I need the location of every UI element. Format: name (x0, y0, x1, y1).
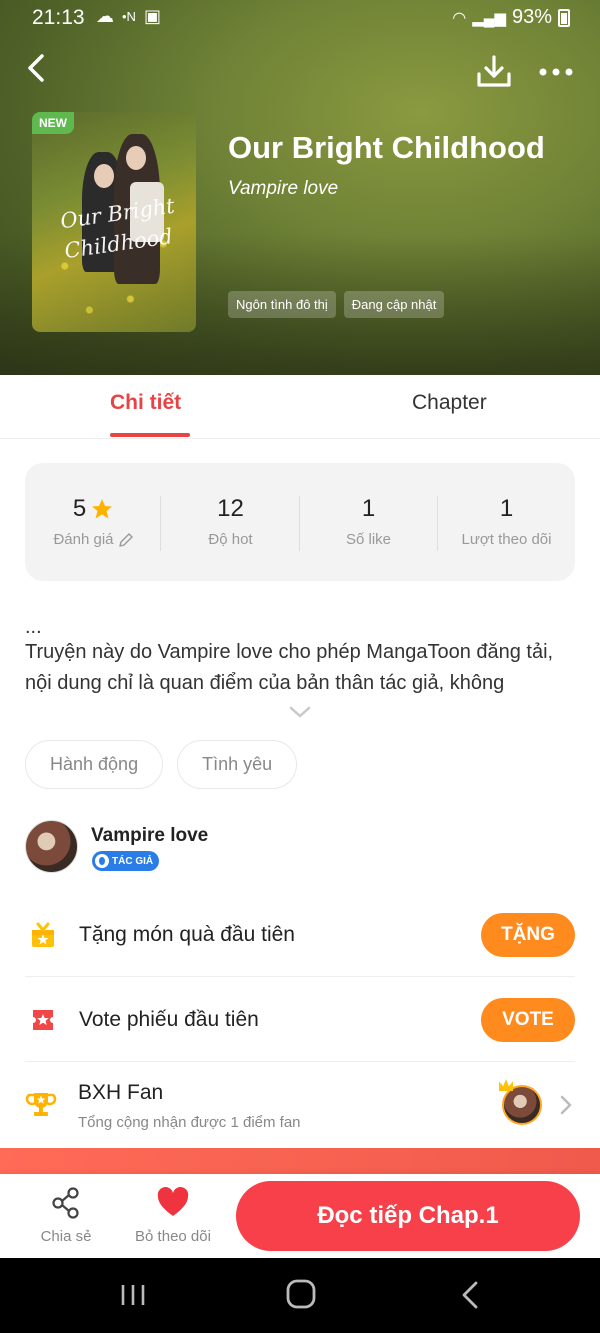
share-label: Chia sẻ (40, 1228, 92, 1245)
author-badge-icon (95, 854, 109, 868)
unfollow-label: Bỏ theo dõi (135, 1228, 211, 1245)
bottom-action-bar: Chia sẻ Bỏ theo dõi Đọc tiếp Chap.1 (0, 1174, 600, 1258)
status-bar: 21:13 ☁ •N ▣ ◠ ▂▄▆ 93% (0, 0, 600, 38)
heart-icon (157, 1187, 189, 1216)
vote-ticket-icon (33, 1010, 53, 1030)
app-notification-icon: ▣ (143, 6, 161, 26)
followers-label: Lượt theo dõi (461, 531, 552, 548)
author-name[interactable]: Vampire love (91, 825, 208, 847)
followers-value: 1 (499, 495, 514, 522)
genre-chip[interactable]: Tình yêu (177, 740, 298, 789)
crown-icon (499, 1079, 513, 1091)
gift-label: Tặng món quà đầu tiên (79, 923, 295, 946)
book-header: 21:13 ☁ •N ▣ ◠ ▂▄▆ 93% NEW Our Bright Ch… (0, 0, 600, 375)
status-time: 21:13 (32, 6, 85, 29)
back-arrow-icon[interactable] (20, 50, 56, 86)
book-cover[interactable]: NEW Our Bright Childhood (32, 112, 196, 332)
stats-panel: 5 Đánh giá 12 Độ hot 1 Số like 1 Lượt th… (25, 463, 575, 581)
author-role-badge: TÁC GIẢ (92, 851, 160, 871)
author-avatar[interactable] (25, 820, 78, 873)
status-right: ◠ ▂▄▆ 93% (452, 6, 570, 29)
download-icon[interactable] (474, 52, 514, 92)
battery-level: 93% (511, 6, 552, 28)
new-badge: NEW (32, 112, 74, 134)
continue-reading-button[interactable]: Đọc tiếp Chap.1 (236, 1181, 580, 1251)
share-icon (52, 1187, 79, 1219)
gift-icon (32, 922, 54, 947)
stat-hot: 12 Độ hot (162, 495, 299, 548)
cloud-icon: ☁ (96, 6, 114, 26)
vote-label: Vote phiếu đầu tiên (79, 1008, 259, 1031)
book-tags: Ngôn tình đô thị Đang cập nhật (228, 291, 445, 318)
top-fan-avatar[interactable] (502, 1085, 542, 1125)
chevron-right-icon[interactable] (559, 1093, 573, 1117)
description-text: Truyện này do Vampire love cho phép Mang… (25, 641, 554, 694)
rating-label: Đánh giá (53, 531, 114, 548)
tab-bar: Chi tiết Chapter (0, 375, 600, 439)
signal-icon: ▂▄▆ (472, 9, 506, 27)
genre-chips: Hành động Tình yêu (25, 740, 298, 789)
share-button[interactable]: Chia sẻ (21, 1186, 111, 1245)
chevron-down-icon[interactable] (288, 704, 312, 720)
fan-ranking-subtitle: Tổng cộng nhận được 1 điểm fan (78, 1114, 301, 1131)
tab-detail[interactable]: Chi tiết (110, 391, 181, 415)
genre-chip[interactable]: Hành động (25, 740, 164, 789)
system-navigation-bar (0, 1258, 600, 1333)
more-options-icon[interactable] (536, 58, 576, 86)
stat-rating[interactable]: 5 Đánh giá (25, 495, 162, 548)
gift-row: Tặng món quà đầu tiên TẶNG (25, 893, 575, 977)
vote-button[interactable]: VOTE (481, 998, 575, 1042)
battery-icon (558, 8, 570, 27)
tab-chapter[interactable]: Chapter (412, 391, 487, 415)
nfc-icon: •N (122, 9, 136, 24)
home-icon[interactable] (281, 1278, 321, 1312)
hot-value: 12 (217, 495, 244, 522)
recent-apps-icon[interactable] (113, 1278, 153, 1312)
book-author[interactable]: Vampire love (228, 178, 338, 200)
gift-button[interactable]: TẶNG (481, 913, 575, 957)
tag-status: Đang cập nhật (343, 291, 445, 318)
tag-genre[interactable]: Ngôn tình đô thị (228, 291, 336, 318)
stat-followers: 1 Lượt theo dõi (438, 495, 575, 548)
hot-label: Độ hot (208, 531, 253, 548)
description: ... Truyện này do Vampire love cho phép … (25, 612, 580, 699)
fan-ranking-row[interactable]: BXH Fan Tổng cộng nhận được 1 điểm fan (25, 1063, 575, 1147)
likes-label: Số like (345, 531, 392, 548)
active-tab-indicator (110, 433, 190, 437)
fan-ranking-title: BXH Fan (78, 1081, 164, 1104)
author-row[interactable]: Vampire love TÁC GIẢ (25, 820, 575, 876)
status-notification-icons: ☁ •N ▣ (96, 6, 161, 27)
divider (160, 496, 161, 551)
trophy-icon (25, 1093, 57, 1116)
promo-banner[interactable] (0, 1148, 600, 1174)
star-icon (92, 499, 113, 519)
book-title: Our Bright Childhood (228, 130, 545, 165)
stat-likes: 1 Số like (300, 495, 437, 548)
wifi-icon: ◠ (452, 9, 467, 27)
likes-value: 1 (361, 495, 376, 522)
vote-row: Vote phiếu đầu tiên VOTE (25, 978, 575, 1062)
unfollow-button[interactable]: Bỏ theo dõi (127, 1186, 219, 1245)
rating-value: 5 (72, 495, 87, 522)
system-back-icon[interactable] (452, 1278, 492, 1312)
edit-pencil-icon[interactable] (118, 532, 134, 548)
